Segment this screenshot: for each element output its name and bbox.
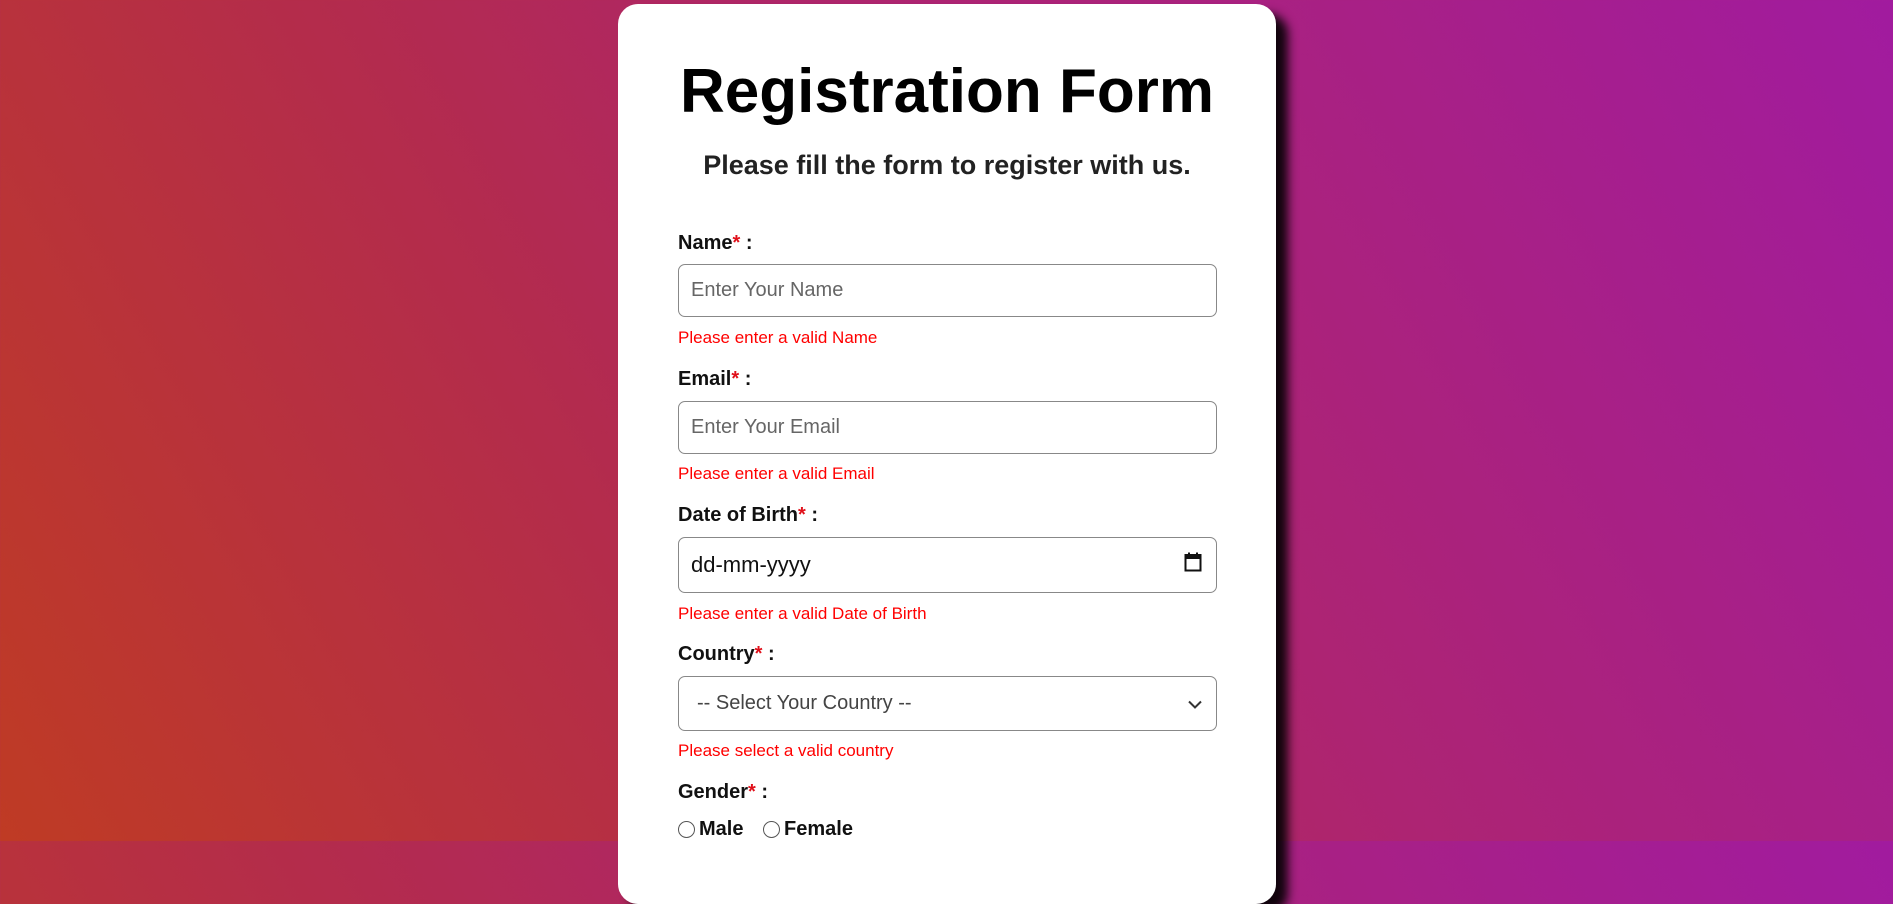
email-input[interactable]: Enter Your Email bbox=[678, 401, 1217, 454]
name-input[interactable]: Enter Your Name bbox=[678, 264, 1217, 317]
email-label-text: Email bbox=[678, 368, 732, 390]
required-mark: * bbox=[798, 504, 806, 526]
label-separator: : bbox=[740, 232, 753, 254]
label-separator: : bbox=[755, 781, 769, 803]
required-mark: * bbox=[748, 781, 756, 803]
dob-input[interactable]: dd-mm-yyyy bbox=[678, 537, 1217, 593]
dob-placeholder: dd-mm-yyyy bbox=[691, 552, 811, 577]
country-selected-value: -- Select Your Country -- bbox=[697, 692, 912, 714]
registration-card: Registration Form Please fill the form t… bbox=[618, 4, 1276, 904]
male-label: Male bbox=[699, 818, 744, 840]
country-label: Country* : bbox=[678, 643, 775, 666]
email-label: Email* : bbox=[678, 368, 751, 391]
label-separator: : bbox=[739, 368, 752, 390]
email-placeholder: Enter Your Email bbox=[691, 416, 840, 438]
country-select[interactable]: -- Select Your Country -- bbox=[678, 676, 1217, 731]
gender-label-text: Gender bbox=[678, 781, 749, 803]
gender-option-male[interactable]: Male bbox=[678, 818, 743, 840]
name-label-text: Name bbox=[678, 232, 733, 254]
country-label-text: Country bbox=[678, 643, 755, 665]
gender-options: Male Female bbox=[678, 818, 867, 841]
page-title: Registration Form bbox=[680, 57, 1214, 126]
dob-label: Date of Birth* : bbox=[678, 504, 818, 527]
chevron-down-icon bbox=[1188, 692, 1202, 715]
female-label: Female bbox=[784, 818, 853, 840]
required-mark: * bbox=[731, 368, 740, 390]
page-subtitle: Please fill the form to register with us… bbox=[703, 150, 1191, 180]
radio-female[interactable] bbox=[763, 821, 781, 838]
gender-option-female[interactable]: Female bbox=[763, 818, 853, 840]
dob-error: Please enter a valid Date of Birth bbox=[678, 604, 927, 623]
name-placeholder: Enter Your Name bbox=[691, 279, 844, 301]
email-error: Please enter a valid Email bbox=[678, 464, 875, 483]
label-separator: : bbox=[762, 643, 775, 665]
name-error: Please enter a valid Name bbox=[678, 328, 878, 347]
label-separator: : bbox=[805, 504, 819, 526]
name-label: Name* : bbox=[678, 232, 753, 255]
dob-label-text: Date of Birth bbox=[678, 504, 798, 526]
gender-label: Gender* : bbox=[678, 781, 768, 804]
country-error: Please select a valid country bbox=[678, 741, 894, 760]
radio-male[interactable] bbox=[678, 821, 695, 838]
calendar-icon[interactable] bbox=[1184, 552, 1202, 578]
